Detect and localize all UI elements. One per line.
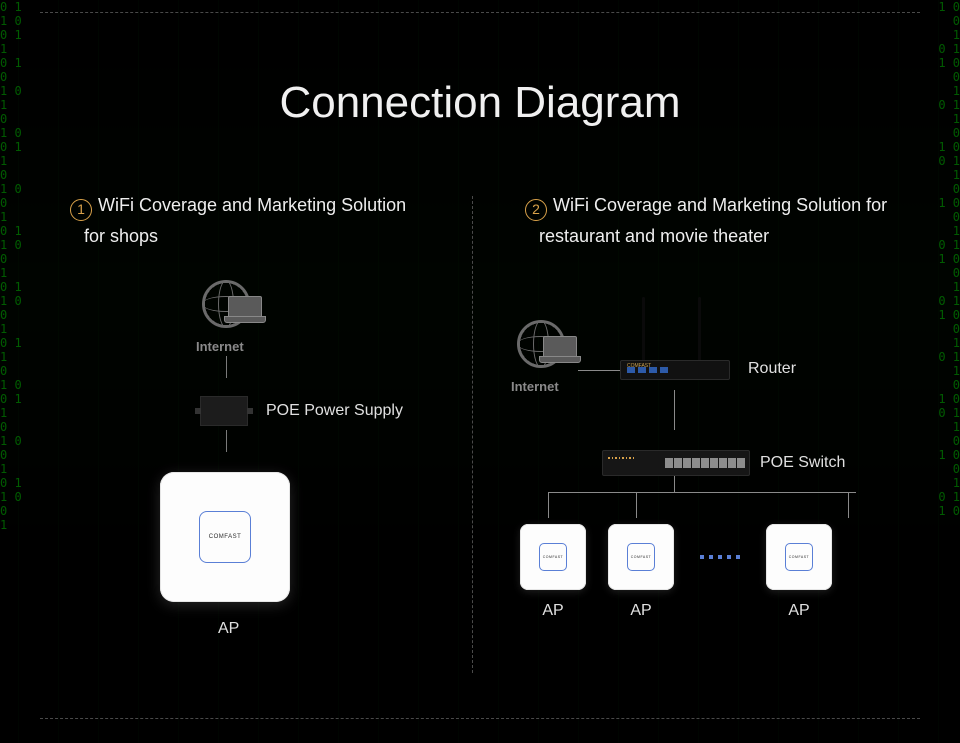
- ap-caption: AP: [218, 620, 450, 638]
- page-title: Connection Diagram: [0, 78, 960, 128]
- antenna-icon: [642, 297, 645, 362]
- section-1-title: WiFi Coverage and Marketing Solution: [98, 195, 406, 215]
- switch-label: POE Switch: [760, 454, 845, 472]
- ap-caption: AP: [542, 602, 563, 620]
- diagram-2: Internet COMFAST Router: [520, 300, 900, 620]
- section-1-subtitle: for shops: [70, 221, 470, 252]
- router-node: COMFAST: [620, 300, 730, 380]
- router-port-icon: [660, 367, 668, 373]
- router-body-icon: COMFAST: [620, 360, 730, 380]
- switch-port-icon: [701, 458, 709, 468]
- switch-port-icon: [710, 458, 718, 468]
- poe-supply-node: POE Power Supply: [190, 396, 450, 426]
- switch-port-icon: [665, 458, 673, 468]
- router-brand: COMFAST: [627, 363, 651, 369]
- poe-adapter-icon: [200, 396, 248, 426]
- internet-label: Internet: [196, 339, 244, 354]
- switch-port-icon: [692, 458, 700, 468]
- ap-row: COMFAST AP COMFAST AP COMFAST: [520, 524, 900, 620]
- ellipsis-dots: [696, 524, 744, 590]
- connector-line: [226, 356, 227, 378]
- laptop-icon: [543, 336, 577, 358]
- antenna-icon: [698, 297, 701, 362]
- access-point-small: COMFAST: [766, 524, 832, 590]
- section-2-title: WiFi Coverage and Marketing Solution for: [553, 195, 887, 215]
- connector-line: [578, 370, 620, 371]
- section-2-heading: 2 WiFi Coverage and Marketing Solution fo…: [525, 190, 900, 251]
- ap-brand-label: COMFAST: [539, 543, 567, 571]
- access-point-small: COMFAST: [608, 524, 674, 590]
- section-2: 2 WiFi Coverage and Marketing Solution fo…: [470, 190, 900, 683]
- switch-port-icon: [728, 458, 736, 468]
- connector-line: [636, 492, 637, 518]
- poe-switch-node: [602, 450, 750, 476]
- router-label: Router: [748, 360, 796, 378]
- poe-label: POE Power Supply: [266, 402, 403, 420]
- section-2-number: 2: [525, 199, 547, 221]
- section-1-heading: 1 WiFi Coverage and Marketing Solution fo…: [70, 190, 470, 251]
- connector-line: [226, 430, 227, 452]
- diagram-1: Internet POE Power Supply COMFAST AP: [190, 280, 450, 638]
- switch-row: POE Switch: [520, 450, 900, 476]
- divider-top: [40, 12, 920, 13]
- ap-item: COMFAST AP: [520, 524, 586, 620]
- section-1-number: 1: [70, 199, 92, 221]
- switch-port-icon: [719, 458, 727, 468]
- ap-brand-label: COMFAST: [627, 543, 655, 571]
- section-2-subtitle: restaurant and movie theater: [525, 221, 900, 252]
- ap-brand-label: COMFAST: [199, 511, 251, 563]
- diagram-columns: 1 WiFi Coverage and Marketing Solution fo…: [70, 190, 900, 683]
- connector-line: [548, 492, 856, 493]
- ap-item: COMFAST AP: [608, 524, 674, 620]
- access-point-large: COMFAST: [160, 472, 290, 602]
- internet-label: Internet: [511, 379, 559, 394]
- access-point-small: COMFAST: [520, 524, 586, 590]
- ap-caption: AP: [630, 602, 651, 620]
- router-row: Internet COMFAST Router: [520, 300, 900, 390]
- connector-line: [674, 476, 675, 492]
- ap-brand-label: COMFAST: [785, 543, 813, 571]
- connector-line: [674, 390, 675, 430]
- switch-port-icon: [683, 458, 691, 468]
- divider-bottom: [40, 718, 920, 719]
- switch-leds-icon: [608, 457, 634, 459]
- section-1: 1 WiFi Coverage and Marketing Solution fo…: [70, 190, 470, 683]
- tree-connector: [548, 476, 848, 524]
- ap-item: COMFAST AP: [766, 524, 832, 620]
- connector-line: [548, 492, 549, 518]
- switch-port-icon: [737, 458, 745, 468]
- switch-port-icon: [674, 458, 682, 468]
- connector-line: [848, 492, 849, 518]
- ap-caption: AP: [788, 602, 809, 620]
- laptop-icon: [228, 296, 262, 318]
- internet-node: Internet: [517, 320, 587, 380]
- internet-node: Internet: [202, 280, 272, 340]
